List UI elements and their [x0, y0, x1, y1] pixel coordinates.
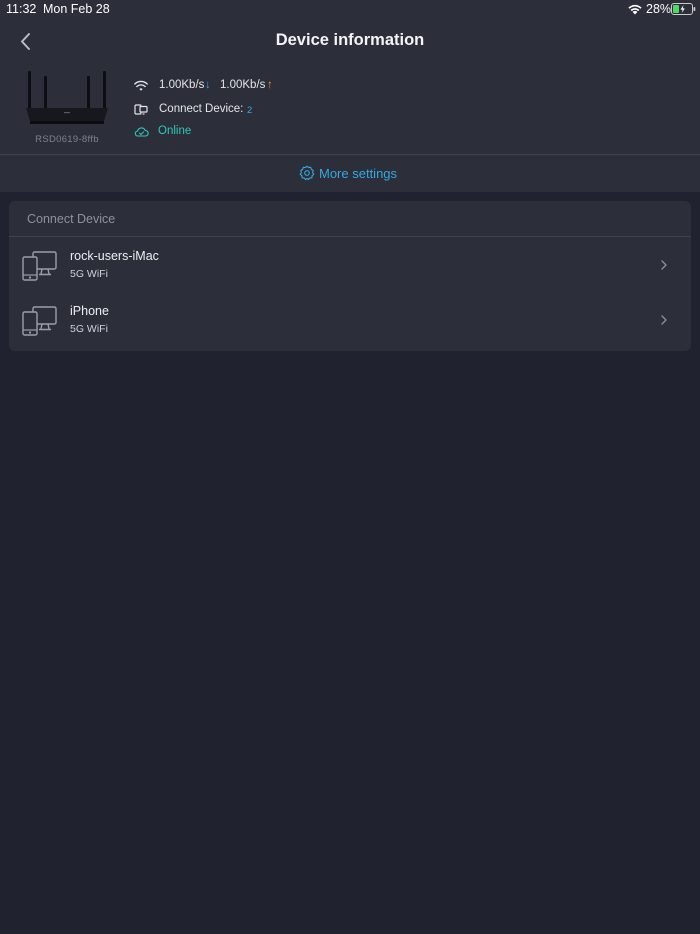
header-area: 11:32 Mon Feb 28 28% Device information … — [0, 0, 700, 192]
status-battery-percent: 28% — [646, 2, 672, 16]
wifi-icon — [134, 80, 148, 91]
gear-icon — [299, 165, 315, 181]
more-settings-label: More settings — [319, 166, 398, 181]
device-row[interactable]: rock-users-iMac 5G WiFi — [9, 238, 691, 292]
connect-device-header: Connect Device — [27, 212, 116, 226]
router-id-label: RSD0619-8ffb — [35, 134, 99, 145]
online-status: Online — [158, 125, 192, 137]
computer-phone-icon — [22, 251, 57, 281]
device-connection-type: 5G WiFi — [70, 323, 108, 335]
computer-phone-icon — [22, 306, 57, 336]
device-name: rock-users-iMac — [70, 249, 159, 263]
status-bar: 11:32 Mon Feb 28 28% — [0, 0, 700, 20]
devices-icon — [134, 104, 148, 115]
card-divider — [9, 236, 691, 237]
device-connection-type: 5G WiFi — [70, 268, 108, 280]
chevron-right-icon — [661, 315, 667, 325]
device-row[interactable]: iPhone 5G WiFi — [9, 293, 691, 347]
chevron-right-icon — [661, 260, 667, 270]
status-date: Mon Feb 28 — [43, 2, 110, 16]
download-speed: 1.00Kb/s — [159, 79, 205, 91]
download-arrow-icon: ↓ — [205, 79, 211, 91]
upload-speed: 1.00Kb/s — [220, 79, 266, 91]
battery-icon — [671, 3, 696, 15]
page-title: Device information — [275, 31, 425, 49]
connect-device-card: Connect Device rock-users-iMac 5G WiFi i… — [9, 201, 691, 351]
upload-arrow-icon: ↑ — [267, 79, 273, 91]
connect-device-label: Connect Device: — [159, 103, 244, 115]
device-name: iPhone — [70, 304, 109, 318]
connect-device-count: 2 — [247, 105, 253, 116]
status-time: 11:32 — [6, 2, 37, 16]
status-wifi-icon — [628, 4, 642, 15]
cloud-icon — [134, 127, 149, 137]
router-image — [26, 71, 108, 124]
more-settings-button[interactable]: More settings — [298, 164, 408, 184]
header-divider — [0, 154, 700, 155]
